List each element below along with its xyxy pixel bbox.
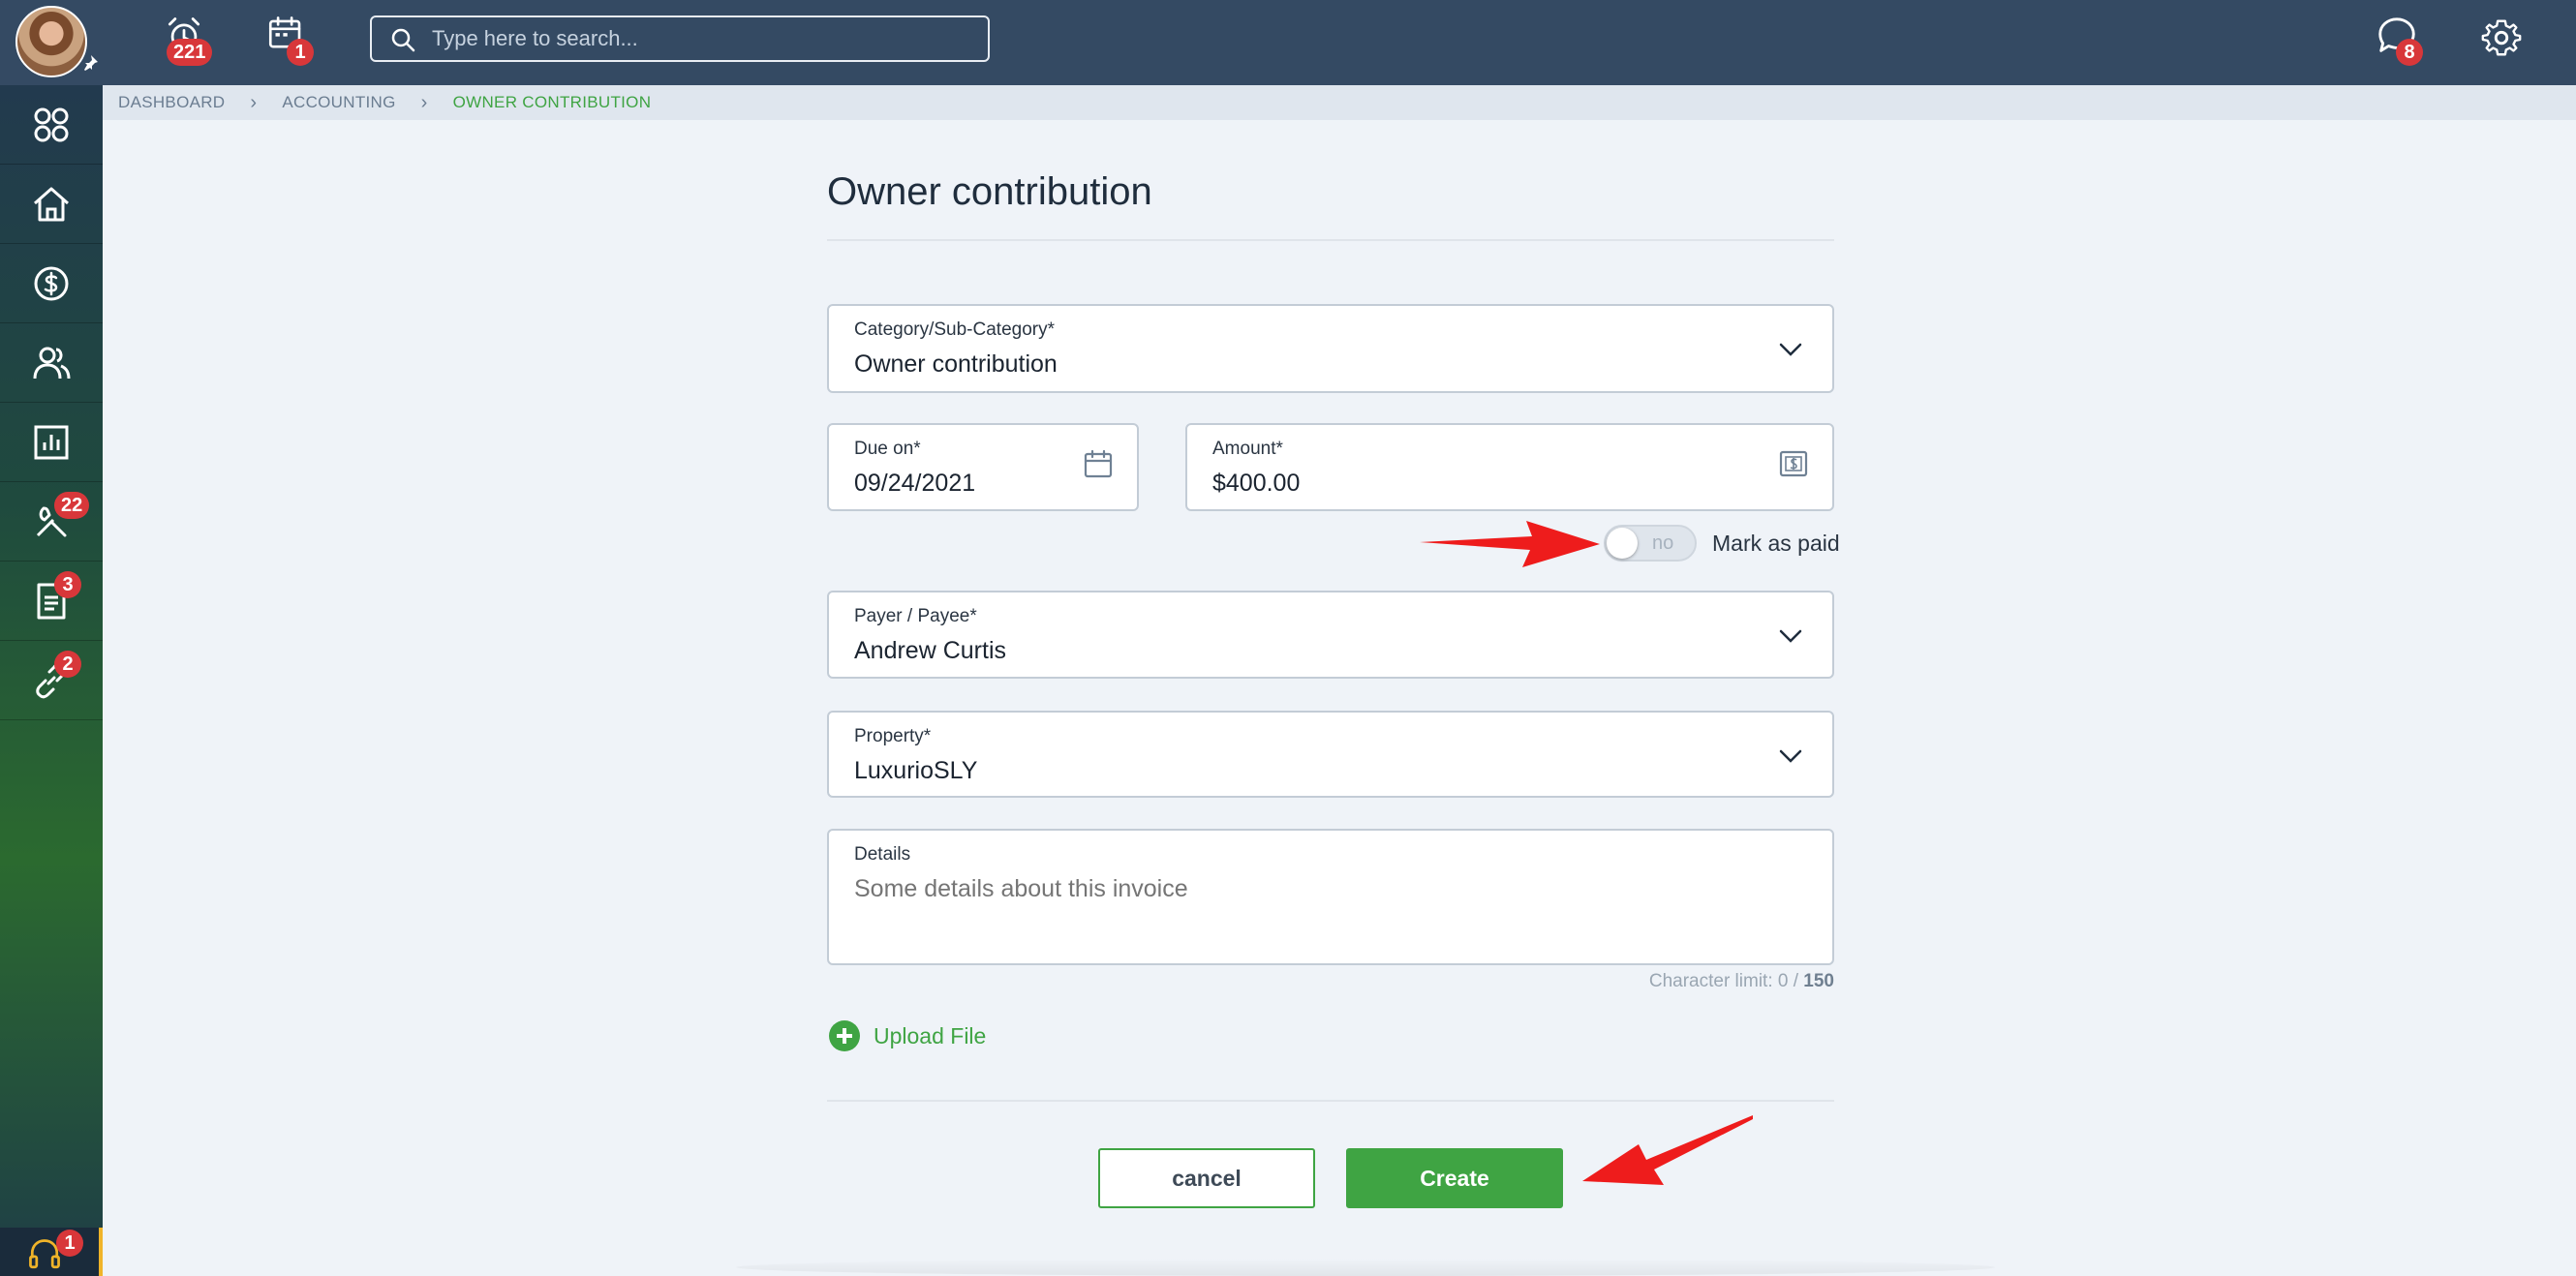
payer-payee-value: Andrew Curtis	[854, 637, 1006, 664]
due-on-label: Due on*	[854, 439, 921, 459]
breadcrumb-current: OWNER CONTRIBUTION	[452, 93, 652, 111]
sidebar-item-home[interactable]	[0, 165, 103, 244]
help-support-button[interactable]: 1	[0, 1228, 103, 1276]
chevron-down-icon	[1779, 749, 1802, 763]
links-badge: 2	[54, 651, 81, 678]
chat-badge: 8	[2396, 39, 2423, 66]
details-field[interactable]: Details	[827, 829, 1834, 965]
page-title: Owner contribution	[827, 170, 1152, 213]
alarm-badge: 221	[167, 39, 213, 66]
category-label: Category/Sub-Category*	[854, 319, 1055, 340]
people-icon	[33, 347, 71, 379]
chat-button[interactable]: 8	[2375, 14, 2433, 72]
sidebar-item-maintenance[interactable]: 22	[0, 482, 103, 562]
cancel-button[interactable]: cancel	[1098, 1148, 1315, 1208]
calendar-button[interactable]: 1	[265, 14, 318, 66]
amount-label: Amount*	[1212, 439, 1283, 459]
details-label: Details	[854, 844, 911, 865]
character-limit-text: Character limit: 0 /	[1648, 971, 1804, 991]
chevron-down-icon	[1779, 629, 1802, 643]
property-label: Property*	[854, 726, 932, 746]
create-button[interactable]: Create	[1346, 1148, 1563, 1208]
chevron-right-icon: ›	[250, 91, 258, 113]
property-value: LuxurioSLY	[854, 757, 978, 784]
mark-as-paid-toggle[interactable]: no	[1604, 525, 1697, 562]
property-select[interactable]: Property* LuxurioSLY	[827, 711, 1834, 798]
home-icon	[34, 187, 69, 221]
search-icon	[391, 28, 415, 52]
help-badge: 1	[56, 1230, 83, 1257]
title-divider	[827, 239, 1834, 241]
character-limit: Character limit: 0 / 150	[1646, 971, 1834, 992]
upload-file-button[interactable]: Upload File	[829, 1020, 986, 1051]
sidebar-item-reports[interactable]	[0, 403, 103, 482]
chevron-down-icon	[1779, 343, 1802, 356]
due-on-value: 09/24/2021	[854, 470, 976, 497]
payer-payee-label: Payer / Payee*	[854, 606, 977, 626]
upload-file-label: Upload File	[874, 1022, 987, 1048]
toggle-state-text: no	[1652, 532, 1674, 554]
apps-grid-icon	[34, 107, 69, 141]
category-select[interactable]: Category/Sub-Category* Owner contributio…	[827, 304, 1834, 393]
mark-as-paid-label: Mark as paid	[1712, 531, 1840, 556]
sidebar: 22 3 2 1	[0, 85, 103, 1276]
category-value: Owner contribution	[854, 350, 1058, 378]
payer-payee-select[interactable]: Payer / Payee* Andrew Curtis	[827, 591, 1834, 679]
maintenance-badge: 22	[54, 492, 90, 519]
breadcrumb: DASHBOARD › ACCOUNTING › OWNER CONTRIBUT…	[103, 85, 2576, 120]
search-box[interactable]	[370, 15, 990, 62]
calendar-badge: 1	[287, 39, 314, 66]
breadcrumb-dashboard[interactable]: DASHBOARD	[118, 93, 225, 112]
annotation-arrow-icon	[1420, 521, 1600, 567]
alarm-button[interactable]: 221	[163, 14, 215, 66]
sidebar-item-people[interactable]	[0, 323, 103, 403]
bar-chart-icon	[34, 425, 69, 459]
plus-circle-icon	[829, 1020, 860, 1051]
toggle-knob	[1607, 528, 1638, 559]
form-divider	[827, 1100, 1834, 1102]
character-limit-max: 150	[1803, 971, 1834, 991]
page-bottom-shadow	[736, 1259, 1995, 1276]
money-bill-icon	[1779, 450, 1808, 477]
chevron-right-icon: ›	[420, 91, 428, 113]
amount-value: $400.00	[1212, 470, 1301, 497]
pin-icon	[84, 55, 98, 71]
settings-gear-icon[interactable]	[2479, 15, 2524, 60]
dollar-circle-icon	[34, 266, 69, 300]
sidebar-item-documents[interactable]: 3	[0, 562, 103, 641]
user-avatar[interactable]	[15, 6, 87, 77]
calendar-icon[interactable]	[1083, 448, 1114, 479]
annotation-arrow-icon	[1582, 1115, 1753, 1185]
sidebar-item-apps[interactable]	[0, 85, 103, 165]
search-input[interactable]	[432, 23, 974, 54]
amount-field[interactable]: Amount* $400.00	[1185, 423, 1834, 511]
details-textarea[interactable]	[854, 875, 1784, 903]
sidebar-item-links[interactable]: 2	[0, 641, 103, 720]
breadcrumb-accounting[interactable]: ACCOUNTING	[282, 93, 395, 112]
top-bar: 221 1 8	[0, 0, 2576, 85]
due-on-field[interactable]: Due on* 09/24/2021	[827, 423, 1139, 511]
documents-badge: 3	[54, 571, 81, 598]
sidebar-item-accounting[interactable]	[0, 244, 103, 323]
